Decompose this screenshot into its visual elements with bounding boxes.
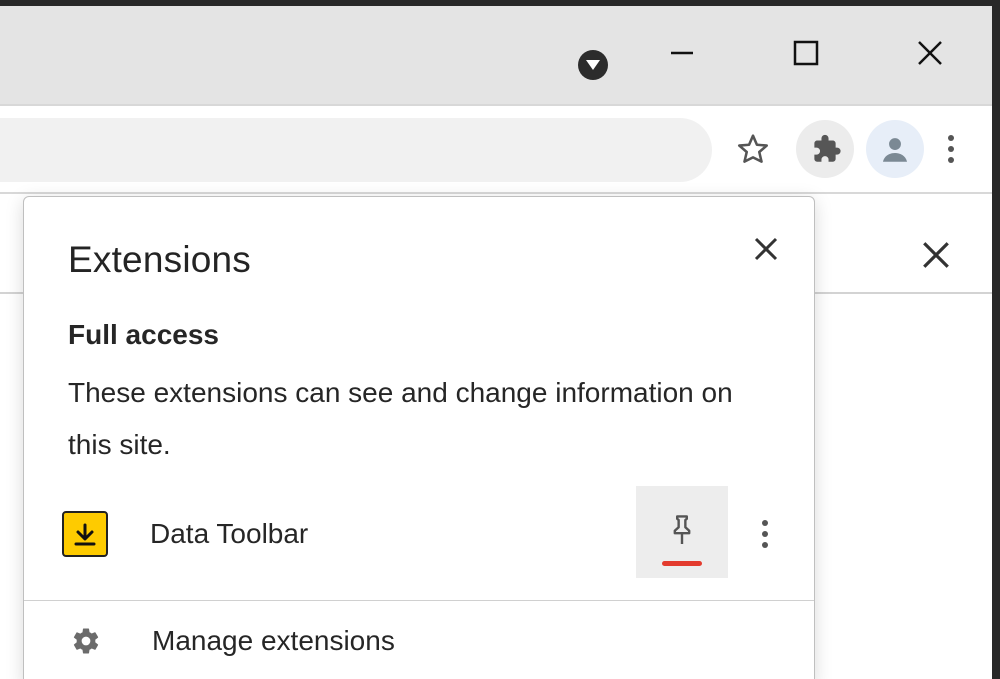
extension-icon [62,511,108,557]
window-close-button[interactable] [868,28,992,78]
window-maximize-button[interactable] [744,28,868,78]
extensions-puzzle-button[interactable] [796,120,854,178]
annotation-underline [662,561,702,566]
profile-avatar-button[interactable] [866,120,924,178]
address-bar[interactable] [0,118,712,182]
popup-close-button[interactable] [746,229,786,269]
pin-extension-button[interactable] [636,486,728,578]
dropdown-badge-icon[interactable] [578,50,608,80]
popup-title: Extensions [68,239,251,281]
gear-icon [68,626,104,656]
access-level-label: Full access [68,319,770,351]
manage-extensions-label: Manage extensions [152,625,395,657]
bookmark-star-button[interactable] [724,120,782,178]
page-notification-close-button[interactable] [920,239,952,271]
pin-icon [667,514,697,550]
browser-toolbar [0,106,992,194]
browser-menu-button[interactable] [924,120,978,178]
browser-window: Extensions Full access These extensions … [0,0,1000,679]
manage-extensions-row[interactable]: Manage extensions [24,601,814,679]
extension-more-actions-button[interactable] [728,502,802,566]
window-minimize-button[interactable] [620,28,744,78]
access-level-description: These extensions can see and change info… [68,367,770,471]
extension-row[interactable]: Data Toolbar [24,481,814,601]
extension-name: Data Toolbar [150,518,636,550]
window-titlebar [0,6,992,106]
extensions-popup: Extensions Full access These extensions … [23,196,815,679]
